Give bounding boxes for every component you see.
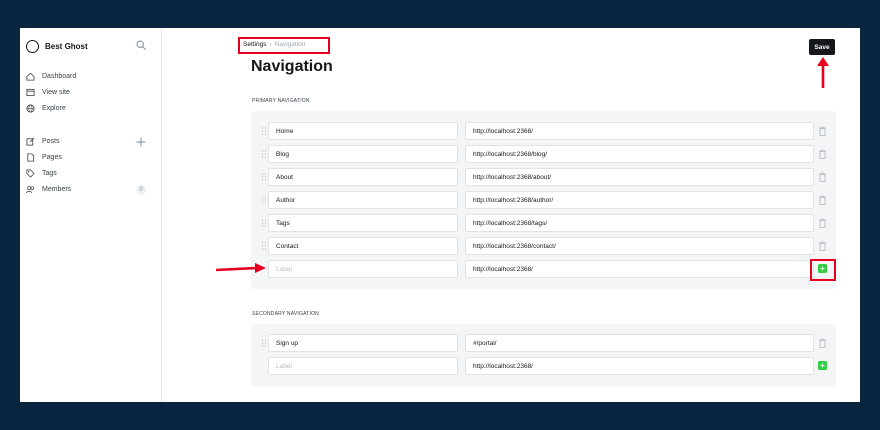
globe-icon bbox=[26, 104, 35, 113]
page-title: Navigation bbox=[251, 58, 333, 75]
sidebar-item-label: Posts bbox=[42, 138, 60, 145]
sidebar-item-view-site[interactable]: View site bbox=[26, 88, 70, 97]
drag-handle-icon[interactable] bbox=[261, 149, 267, 159]
delete-trash-icon[interactable] bbox=[818, 218, 827, 228]
site-name: Best Ghost bbox=[45, 42, 88, 51]
sidebar-item-explore[interactable]: Explore bbox=[26, 104, 66, 113]
new-post-plus-icon[interactable] bbox=[136, 137, 146, 147]
nav-url-input[interactable]: http://localhost:2368/ bbox=[465, 122, 814, 140]
sidebar: Best Ghost Dashboard View site Explore P… bbox=[20, 28, 162, 402]
save-button[interactable]: Save bbox=[809, 39, 835, 55]
primary-new-item-row: Label http://localhost:2368/ bbox=[251, 260, 836, 278]
drag-handle-icon[interactable] bbox=[261, 241, 267, 251]
ghost-admin-window: Best Ghost Dashboard View site Explore P… bbox=[20, 28, 860, 402]
nav-label-input[interactable]: About bbox=[268, 168, 458, 186]
primary-navigation-heading: PRIMARY NAVIGATION bbox=[252, 98, 310, 104]
search-icon[interactable] bbox=[136, 40, 146, 50]
site-logo-icon bbox=[26, 40, 39, 53]
sidebar-item-label: Members bbox=[42, 186, 72, 193]
annotation-arrow-right-icon bbox=[215, 263, 266, 273]
nav-label-input[interactable]: Tags bbox=[268, 214, 458, 232]
primary-navigation-panel: Home http://localhost:2368/Blog http://loc… bbox=[251, 111, 836, 289]
window-icon bbox=[26, 88, 35, 97]
new-label-input[interactable]: Label bbox=[268, 260, 458, 278]
sidebar-item-members[interactable]: Members bbox=[26, 185, 71, 194]
delete-trash-icon[interactable] bbox=[818, 172, 827, 182]
delete-trash-icon[interactable] bbox=[818, 241, 827, 251]
page-icon bbox=[27, 153, 35, 162]
nav-url-input[interactable]: http://localhost:2368/about/ bbox=[465, 168, 814, 186]
sidebar-item-dashboard[interactable]: Dashboard bbox=[26, 72, 76, 81]
nav-item-row: Sign up #/portal/ bbox=[251, 334, 836, 352]
new-url-input[interactable]: http://localhost:2368/ bbox=[465, 260, 814, 278]
nav-item-row: Blog http://localhost:2368/blog/ bbox=[251, 145, 836, 163]
drag-handle-icon[interactable] bbox=[261, 218, 267, 228]
nav-url-input[interactable]: http://localhost:2368/contact/ bbox=[465, 237, 814, 255]
sidebar-item-tags[interactable]: Tags bbox=[26, 169, 57, 178]
secondary-navigation-heading: SECONDARY NAVIGATION bbox=[252, 311, 319, 317]
sidebar-item-pages[interactable]: Pages bbox=[26, 153, 62, 162]
sidebar-item-label: Explore bbox=[42, 105, 66, 112]
add-item-button[interactable] bbox=[818, 361, 827, 370]
sidebar-item-label: Dashboard bbox=[42, 73, 77, 80]
nav-label-input[interactable]: Contact bbox=[268, 237, 458, 255]
brand[interactable]: Best Ghost bbox=[26, 40, 88, 53]
tag-icon bbox=[26, 169, 35, 178]
secondary-navigation-panel: Sign up #/portal/ Label http://localhost:… bbox=[251, 324, 836, 386]
sidebar-item-label: Pages bbox=[42, 154, 62, 161]
secondary-new-item-row: Label http://localhost:2368/ bbox=[251, 357, 836, 375]
drag-handle-icon[interactable] bbox=[261, 338, 267, 348]
nav-url-input[interactable]: http://localhost:2368/tags/ bbox=[465, 214, 814, 232]
delete-trash-icon[interactable] bbox=[818, 126, 827, 136]
drag-handle-icon[interactable] bbox=[261, 172, 267, 182]
nav-label-input[interactable]: Blog bbox=[268, 145, 458, 163]
nav-item-row: Author http://localhost:2368/author/ bbox=[251, 191, 836, 209]
breadcrumb-highlight-box bbox=[238, 37, 330, 54]
new-url-input[interactable]: http://localhost:2368/ bbox=[465, 357, 814, 375]
plus-icon bbox=[820, 363, 825, 368]
nav-item-row: Contact http://localhost:2368/contact/ bbox=[251, 237, 836, 255]
members-icon bbox=[26, 186, 35, 194]
delete-trash-icon[interactable] bbox=[818, 195, 827, 205]
nav-item-row: About http://localhost:2368/about/ bbox=[251, 168, 836, 186]
nav-label-input[interactable]: Home bbox=[268, 122, 458, 140]
nav-url-input[interactable]: http://localhost:2368/author/ bbox=[465, 191, 814, 209]
members-count-badge: 0 bbox=[136, 185, 146, 195]
annotation-arrow-up-icon bbox=[817, 57, 829, 88]
nav-item-row: Tags http://localhost:2368/tags/ bbox=[251, 214, 836, 232]
sidebar-item-posts[interactable]: Posts bbox=[26, 137, 60, 146]
nav-label-input[interactable]: Sign up bbox=[268, 334, 458, 352]
sidebar-item-label: Tags bbox=[42, 170, 57, 177]
sidebar-item-label: View site bbox=[42, 89, 70, 96]
new-label-input[interactable]: Label bbox=[268, 357, 458, 375]
nav-label-input[interactable]: Author bbox=[268, 191, 458, 209]
drag-handle-icon[interactable] bbox=[261, 126, 267, 136]
delete-trash-icon[interactable] bbox=[818, 149, 827, 159]
edit-icon bbox=[26, 137, 35, 146]
nav-url-input[interactable]: #/portal/ bbox=[465, 334, 814, 352]
nav-item-row: Home http://localhost:2368/ bbox=[251, 122, 836, 140]
home-icon bbox=[26, 72, 35, 81]
add-button-highlight-box bbox=[810, 259, 836, 281]
drag-handle-icon[interactable] bbox=[261, 195, 267, 205]
delete-trash-icon[interactable] bbox=[818, 338, 827, 348]
nav-url-input[interactable]: http://localhost:2368/blog/ bbox=[465, 145, 814, 163]
